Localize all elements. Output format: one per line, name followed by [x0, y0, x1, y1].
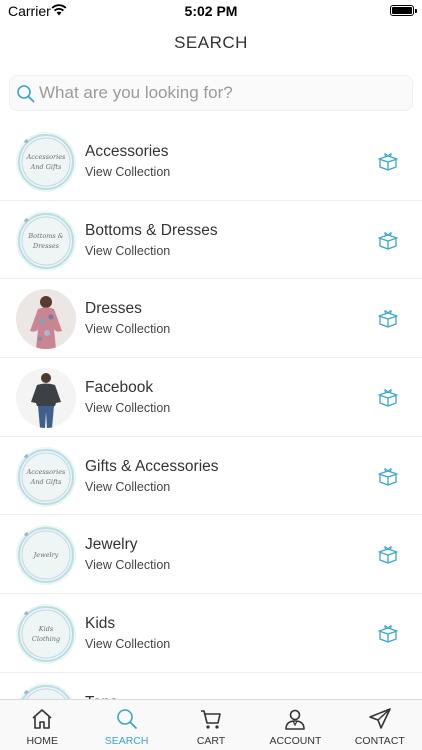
tab-search[interactable]: SEARCH — [84, 700, 168, 750]
collection-title: Jewelry — [85, 536, 138, 554]
collection-thumbnail: Accessories And Gifts — [16, 132, 76, 192]
search-bar[interactable] — [9, 75, 413, 111]
collection-row[interactable]: Accessories And Gifts Gifts & Accessories V… — [0, 437, 422, 516]
gift-box-icon[interactable] — [377, 467, 399, 487]
view-collection-link[interactable]: View Collection — [85, 480, 170, 494]
page-title: SEARCH — [174, 33, 248, 52]
collection-list[interactable]: Accessories And Gifts Accessories View Coll… — [0, 122, 422, 700]
tab-contact[interactable]: CONTACT — [338, 700, 422, 750]
collection-thumbnail: Accessories And Gifts — [16, 446, 76, 507]
collection-title: Bottoms & Dresses — [85, 221, 218, 239]
clock: 5:02 PM — [184, 3, 238, 19]
status-bar: Carrier 5:02 PM — [0, 0, 422, 22]
collection-row[interactable]: Facebook View Collection — [0, 358, 422, 437]
collection-row[interactable]: Bottoms & Dresses Bottoms & Dresses View Co… — [0, 201, 422, 280]
cart-icon — [201, 710, 221, 729]
thumbnail-caption: Jewelry — [32, 551, 59, 559]
view-collection-link[interactable]: View Collection — [85, 322, 170, 336]
collection-thumbnail: Kids Clothing — [16, 604, 76, 665]
send-icon — [369, 708, 391, 729]
gift-box-icon[interactable] — [377, 231, 399, 251]
collection-row[interactable]: Jewelry Jewelry View Collection — [0, 515, 422, 595]
gift-box-icon[interactable] — [377, 545, 399, 565]
collection-thumbnail — [16, 368, 76, 429]
thumbnail-caption: Accessories — [26, 468, 66, 476]
thumbnail-caption: Accessories — [26, 153, 66, 161]
gift-box-icon[interactable] — [377, 309, 399, 329]
tab-bar: HOME SEARCH CART ACCOUNT CONTACT — [0, 699, 422, 750]
gift-box-icon[interactable] — [377, 624, 399, 644]
collection-title: Accessories — [85, 143, 169, 160]
collection-title: Gifts & Accessories — [85, 457, 219, 475]
tab-account[interactable]: ACCOUNT — [253, 700, 337, 750]
account-icon — [285, 709, 306, 730]
collection-thumbnail: Bottoms & Dresses — [16, 210, 76, 271]
view-collection-link[interactable]: View Collection — [85, 165, 170, 179]
thumbnail-caption: And Gifts — [30, 478, 62, 486]
search-icon — [116, 709, 137, 729]
collection-row[interactable]: TopsView Collection — [0, 673, 422, 700]
tab-label: SEARCH — [104, 735, 149, 747]
tab-label: ACCOUNT — [269, 735, 322, 747]
tab-label: CONTACT — [354, 735, 405, 747]
thumbnail-caption: And Gifts — [30, 163, 62, 171]
tab-home[interactable]: HOME — [0, 700, 84, 750]
collection-row[interactable]: Dresses View Collection — [0, 279, 422, 359]
collection-thumbnail — [16, 682, 76, 700]
view-collection-link[interactable]: View Collection — [85, 401, 170, 415]
collection-thumbnail: Jewelry — [16, 525, 76, 586]
tab-label: HOME — [26, 735, 58, 747]
battery-icon — [390, 5, 417, 16]
tab-cart[interactable]: CART — [169, 700, 253, 750]
thumbnail-caption: Kids — [38, 625, 54, 633]
view-collection-link[interactable]: View Collection — [85, 244, 170, 258]
search-input[interactable] — [39, 76, 404, 110]
collection-title: Dresses — [85, 300, 142, 318]
thumbnail-caption: Clothing — [32, 635, 60, 643]
thumbnail-caption: Dresses — [32, 242, 60, 250]
tab-label: CART — [196, 735, 226, 747]
collection-thumbnail — [16, 289, 76, 350]
collection-title: Kids — [85, 615, 116, 633]
search-icon — [17, 85, 35, 103]
gift-box-icon[interactable] — [377, 388, 399, 408]
home-icon — [32, 709, 52, 729]
collection-title: Facebook — [85, 379, 154, 397]
thumbnail-caption: Bottoms & — [27, 232, 63, 240]
collection-row[interactable]: Accessories And Gifts Accessories View Coll… — [0, 122, 422, 201]
view-collection-link[interactable]: View Collection — [85, 637, 170, 651]
view-collection-link[interactable]: View Collection — [85, 558, 170, 572]
gift-box-icon[interactable] — [377, 152, 399, 172]
collection-row[interactable]: Kids Clothing Kids View Collection — [0, 594, 422, 673]
